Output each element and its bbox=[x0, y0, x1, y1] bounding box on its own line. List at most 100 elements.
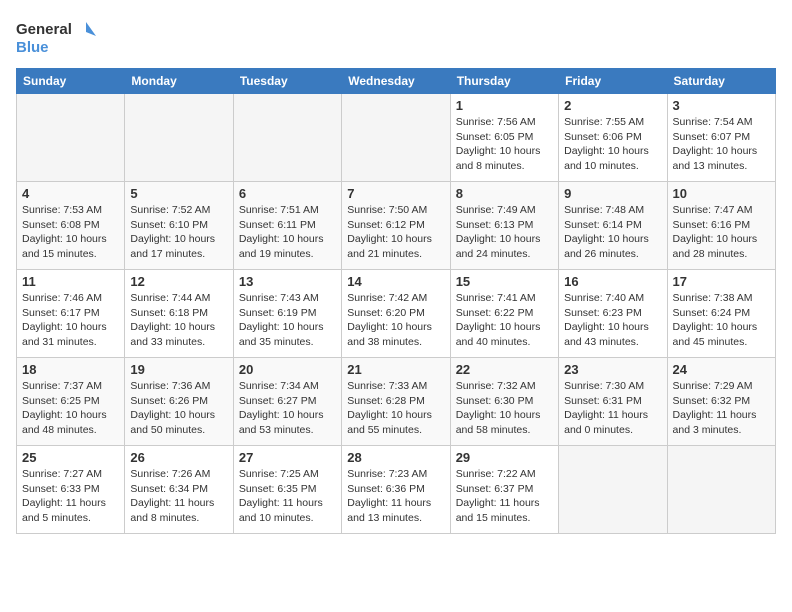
calendar-cell bbox=[342, 94, 450, 182]
calendar-week-2: 4 Sunrise: 7:53 AM Sunset: 6:08 PM Daylig… bbox=[17, 182, 776, 270]
day-info: Sunrise: 7:49 AM Sunset: 6:13 PM Dayligh… bbox=[456, 203, 553, 262]
col-header-friday: Friday bbox=[559, 69, 667, 94]
calendar-cell bbox=[559, 446, 667, 534]
calendar-cell: 27 Sunrise: 7:25 AM Sunset: 6:35 PM Dayli… bbox=[233, 446, 341, 534]
calendar-week-4: 18 Sunrise: 7:37 AM Sunset: 6:25 PM Dayli… bbox=[17, 358, 776, 446]
calendar-cell: 22Sunrise: 7:32 AM Sunset: 6:30 PM Dayli… bbox=[450, 358, 558, 446]
calendar-table: SundayMondayTuesdayWednesdayThursdayFrid… bbox=[16, 68, 776, 534]
day-info: Sunrise: 7:56 AM Sunset: 6:05 PM Dayligh… bbox=[456, 115, 553, 174]
day-info: Sunrise: 7:44 AM Sunset: 6:18 PM Dayligh… bbox=[130, 291, 227, 350]
calendar-cell: 25 Sunrise: 7:27 AM Sunset: 6:33 PM Dayli… bbox=[17, 446, 125, 534]
day-number: 2 bbox=[564, 98, 661, 113]
calendar-cell: 24 Sunrise: 7:29 AM Sunset: 6:32 PM Dayli… bbox=[667, 358, 775, 446]
day-number: 21 bbox=[347, 362, 444, 377]
calendar-cell bbox=[667, 446, 775, 534]
day-info: Sunrise: 7:27 AM Sunset: 6:33 PM Dayligh… bbox=[22, 467, 119, 526]
calendar-cell: 17 Sunrise: 7:38 AM Sunset: 6:24 PM Dayli… bbox=[667, 270, 775, 358]
calendar-cell: 9 Sunrise: 7:48 AM Sunset: 6:14 PM Daylig… bbox=[559, 182, 667, 270]
day-number: 6 bbox=[239, 186, 336, 201]
day-number: 12 bbox=[130, 274, 227, 289]
day-info: Sunrise: 7:50 AM Sunset: 6:12 PM Dayligh… bbox=[347, 203, 444, 262]
calendar-cell: 12 Sunrise: 7:44 AM Sunset: 6:18 PM Dayli… bbox=[125, 270, 233, 358]
calendar-cell: 2 Sunrise: 7:55 AM Sunset: 6:06 PM Daylig… bbox=[559, 94, 667, 182]
day-info: Sunrise: 7:25 AM Sunset: 6:35 PM Dayligh… bbox=[239, 467, 336, 526]
calendar-cell: 20Sunrise: 7:34 AM Sunset: 6:27 PM Dayli… bbox=[233, 358, 341, 446]
day-number: 15 bbox=[456, 274, 553, 289]
calendar-cell: 21Sunrise: 7:33 AM Sunset: 6:28 PM Dayli… bbox=[342, 358, 450, 446]
calendar-cell: 15 Sunrise: 7:41 AM Sunset: 6:22 PM Dayli… bbox=[450, 270, 558, 358]
col-header-monday: Monday bbox=[125, 69, 233, 94]
calendar-cell: 11 Sunrise: 7:46 AM Sunset: 6:17 PM Dayli… bbox=[17, 270, 125, 358]
day-info: Sunrise: 7:42 AM Sunset: 6:20 PM Dayligh… bbox=[347, 291, 444, 350]
day-number: 27 bbox=[239, 450, 336, 465]
day-number: 26 bbox=[130, 450, 227, 465]
day-info: Sunrise: 7:54 AM Sunset: 6:07 PM Dayligh… bbox=[673, 115, 770, 174]
day-info: Sunrise: 7:51 AM Sunset: 6:11 PM Dayligh… bbox=[239, 203, 336, 262]
calendar-cell: 7 Sunrise: 7:50 AM Sunset: 6:12 PM Daylig… bbox=[342, 182, 450, 270]
calendar-cell: 6 Sunrise: 7:51 AM Sunset: 6:11 PM Daylig… bbox=[233, 182, 341, 270]
calendar-cell: 19 Sunrise: 7:36 AM Sunset: 6:26 PM Dayli… bbox=[125, 358, 233, 446]
day-number: 14 bbox=[347, 274, 444, 289]
day-number: 28 bbox=[347, 450, 444, 465]
day-number: 22 bbox=[456, 362, 553, 377]
day-info: Sunrise: 7:38 AM Sunset: 6:24 PM Dayligh… bbox=[673, 291, 770, 350]
calendar-week-1: 1Sunrise: 7:56 AM Sunset: 6:05 PM Daylig… bbox=[17, 94, 776, 182]
calendar-cell: 29Sunrise: 7:22 AM Sunset: 6:37 PM Dayli… bbox=[450, 446, 558, 534]
calendar-cell: 5Sunrise: 7:52 AM Sunset: 6:10 PM Daylig… bbox=[125, 182, 233, 270]
day-info: Sunrise: 7:29 AM Sunset: 6:32 PM Dayligh… bbox=[673, 379, 770, 438]
day-number: 4 bbox=[22, 186, 119, 201]
day-info: Sunrise: 7:36 AM Sunset: 6:26 PM Dayligh… bbox=[130, 379, 227, 438]
calendar-cell: 1Sunrise: 7:56 AM Sunset: 6:05 PM Daylig… bbox=[450, 94, 558, 182]
page-header: General Blue bbox=[16, 16, 776, 60]
day-info: Sunrise: 7:41 AM Sunset: 6:22 PM Dayligh… bbox=[456, 291, 553, 350]
day-info: Sunrise: 7:26 AM Sunset: 6:34 PM Dayligh… bbox=[130, 467, 227, 526]
day-info: Sunrise: 7:40 AM Sunset: 6:23 PM Dayligh… bbox=[564, 291, 661, 350]
col-header-wednesday: Wednesday bbox=[342, 69, 450, 94]
day-info: Sunrise: 7:23 AM Sunset: 6:36 PM Dayligh… bbox=[347, 467, 444, 526]
day-info: Sunrise: 7:47 AM Sunset: 6:16 PM Dayligh… bbox=[673, 203, 770, 262]
svg-text:General: General bbox=[16, 21, 72, 38]
day-info: Sunrise: 7:53 AM Sunset: 6:08 PM Dayligh… bbox=[22, 203, 119, 262]
day-number: 19 bbox=[130, 362, 227, 377]
calendar-cell: 3 Sunrise: 7:54 AM Sunset: 6:07 PM Daylig… bbox=[667, 94, 775, 182]
calendar-cell: 23 Sunrise: 7:30 AM Sunset: 6:31 PM Dayli… bbox=[559, 358, 667, 446]
calendar-week-3: 11 Sunrise: 7:46 AM Sunset: 6:17 PM Dayli… bbox=[17, 270, 776, 358]
col-header-sunday: Sunday bbox=[17, 69, 125, 94]
day-info: Sunrise: 7:37 AM Sunset: 6:25 PM Dayligh… bbox=[22, 379, 119, 438]
day-number: 24 bbox=[673, 362, 770, 377]
calendar-cell bbox=[125, 94, 233, 182]
day-number: 13 bbox=[239, 274, 336, 289]
day-number: 11 bbox=[22, 274, 119, 289]
day-number: 3 bbox=[673, 98, 770, 113]
day-info: Sunrise: 7:46 AM Sunset: 6:17 PM Dayligh… bbox=[22, 291, 119, 350]
day-number: 17 bbox=[673, 274, 770, 289]
day-info: Sunrise: 7:52 AM Sunset: 6:10 PM Dayligh… bbox=[130, 203, 227, 262]
svg-text:Blue: Blue bbox=[16, 39, 49, 56]
calendar-header-row: SundayMondayTuesdayWednesdayThursdayFrid… bbox=[17, 69, 776, 94]
day-number: 23 bbox=[564, 362, 661, 377]
calendar-cell: 4 Sunrise: 7:53 AM Sunset: 6:08 PM Daylig… bbox=[17, 182, 125, 270]
day-number: 25 bbox=[22, 450, 119, 465]
logo: General Blue bbox=[16, 16, 96, 60]
day-number: 16 bbox=[564, 274, 661, 289]
day-number: 18 bbox=[22, 362, 119, 377]
day-info: Sunrise: 7:22 AM Sunset: 6:37 PM Dayligh… bbox=[456, 467, 553, 526]
calendar-cell: 13Sunrise: 7:43 AM Sunset: 6:19 PM Dayli… bbox=[233, 270, 341, 358]
day-info: Sunrise: 7:48 AM Sunset: 6:14 PM Dayligh… bbox=[564, 203, 661, 262]
calendar-cell: 16 Sunrise: 7:40 AM Sunset: 6:23 PM Dayli… bbox=[559, 270, 667, 358]
logo-svg: General Blue bbox=[16, 16, 96, 60]
day-info: Sunrise: 7:34 AM Sunset: 6:27 PM Dayligh… bbox=[239, 379, 336, 438]
calendar-cell: 18 Sunrise: 7:37 AM Sunset: 6:25 PM Dayli… bbox=[17, 358, 125, 446]
day-info: Sunrise: 7:55 AM Sunset: 6:06 PM Dayligh… bbox=[564, 115, 661, 174]
day-info: Sunrise: 7:30 AM Sunset: 6:31 PM Dayligh… bbox=[564, 379, 661, 438]
day-number: 8 bbox=[456, 186, 553, 201]
day-number: 10 bbox=[673, 186, 770, 201]
day-number: 9 bbox=[564, 186, 661, 201]
col-header-tuesday: Tuesday bbox=[233, 69, 341, 94]
calendar-cell bbox=[17, 94, 125, 182]
calendar-cell bbox=[233, 94, 341, 182]
calendar-cell: 10 Sunrise: 7:47 AM Sunset: 6:16 PM Dayli… bbox=[667, 182, 775, 270]
calendar-week-5: 25 Sunrise: 7:27 AM Sunset: 6:33 PM Dayli… bbox=[17, 446, 776, 534]
day-number: 7 bbox=[347, 186, 444, 201]
calendar-cell: 28 Sunrise: 7:23 AM Sunset: 6:36 PM Dayli… bbox=[342, 446, 450, 534]
